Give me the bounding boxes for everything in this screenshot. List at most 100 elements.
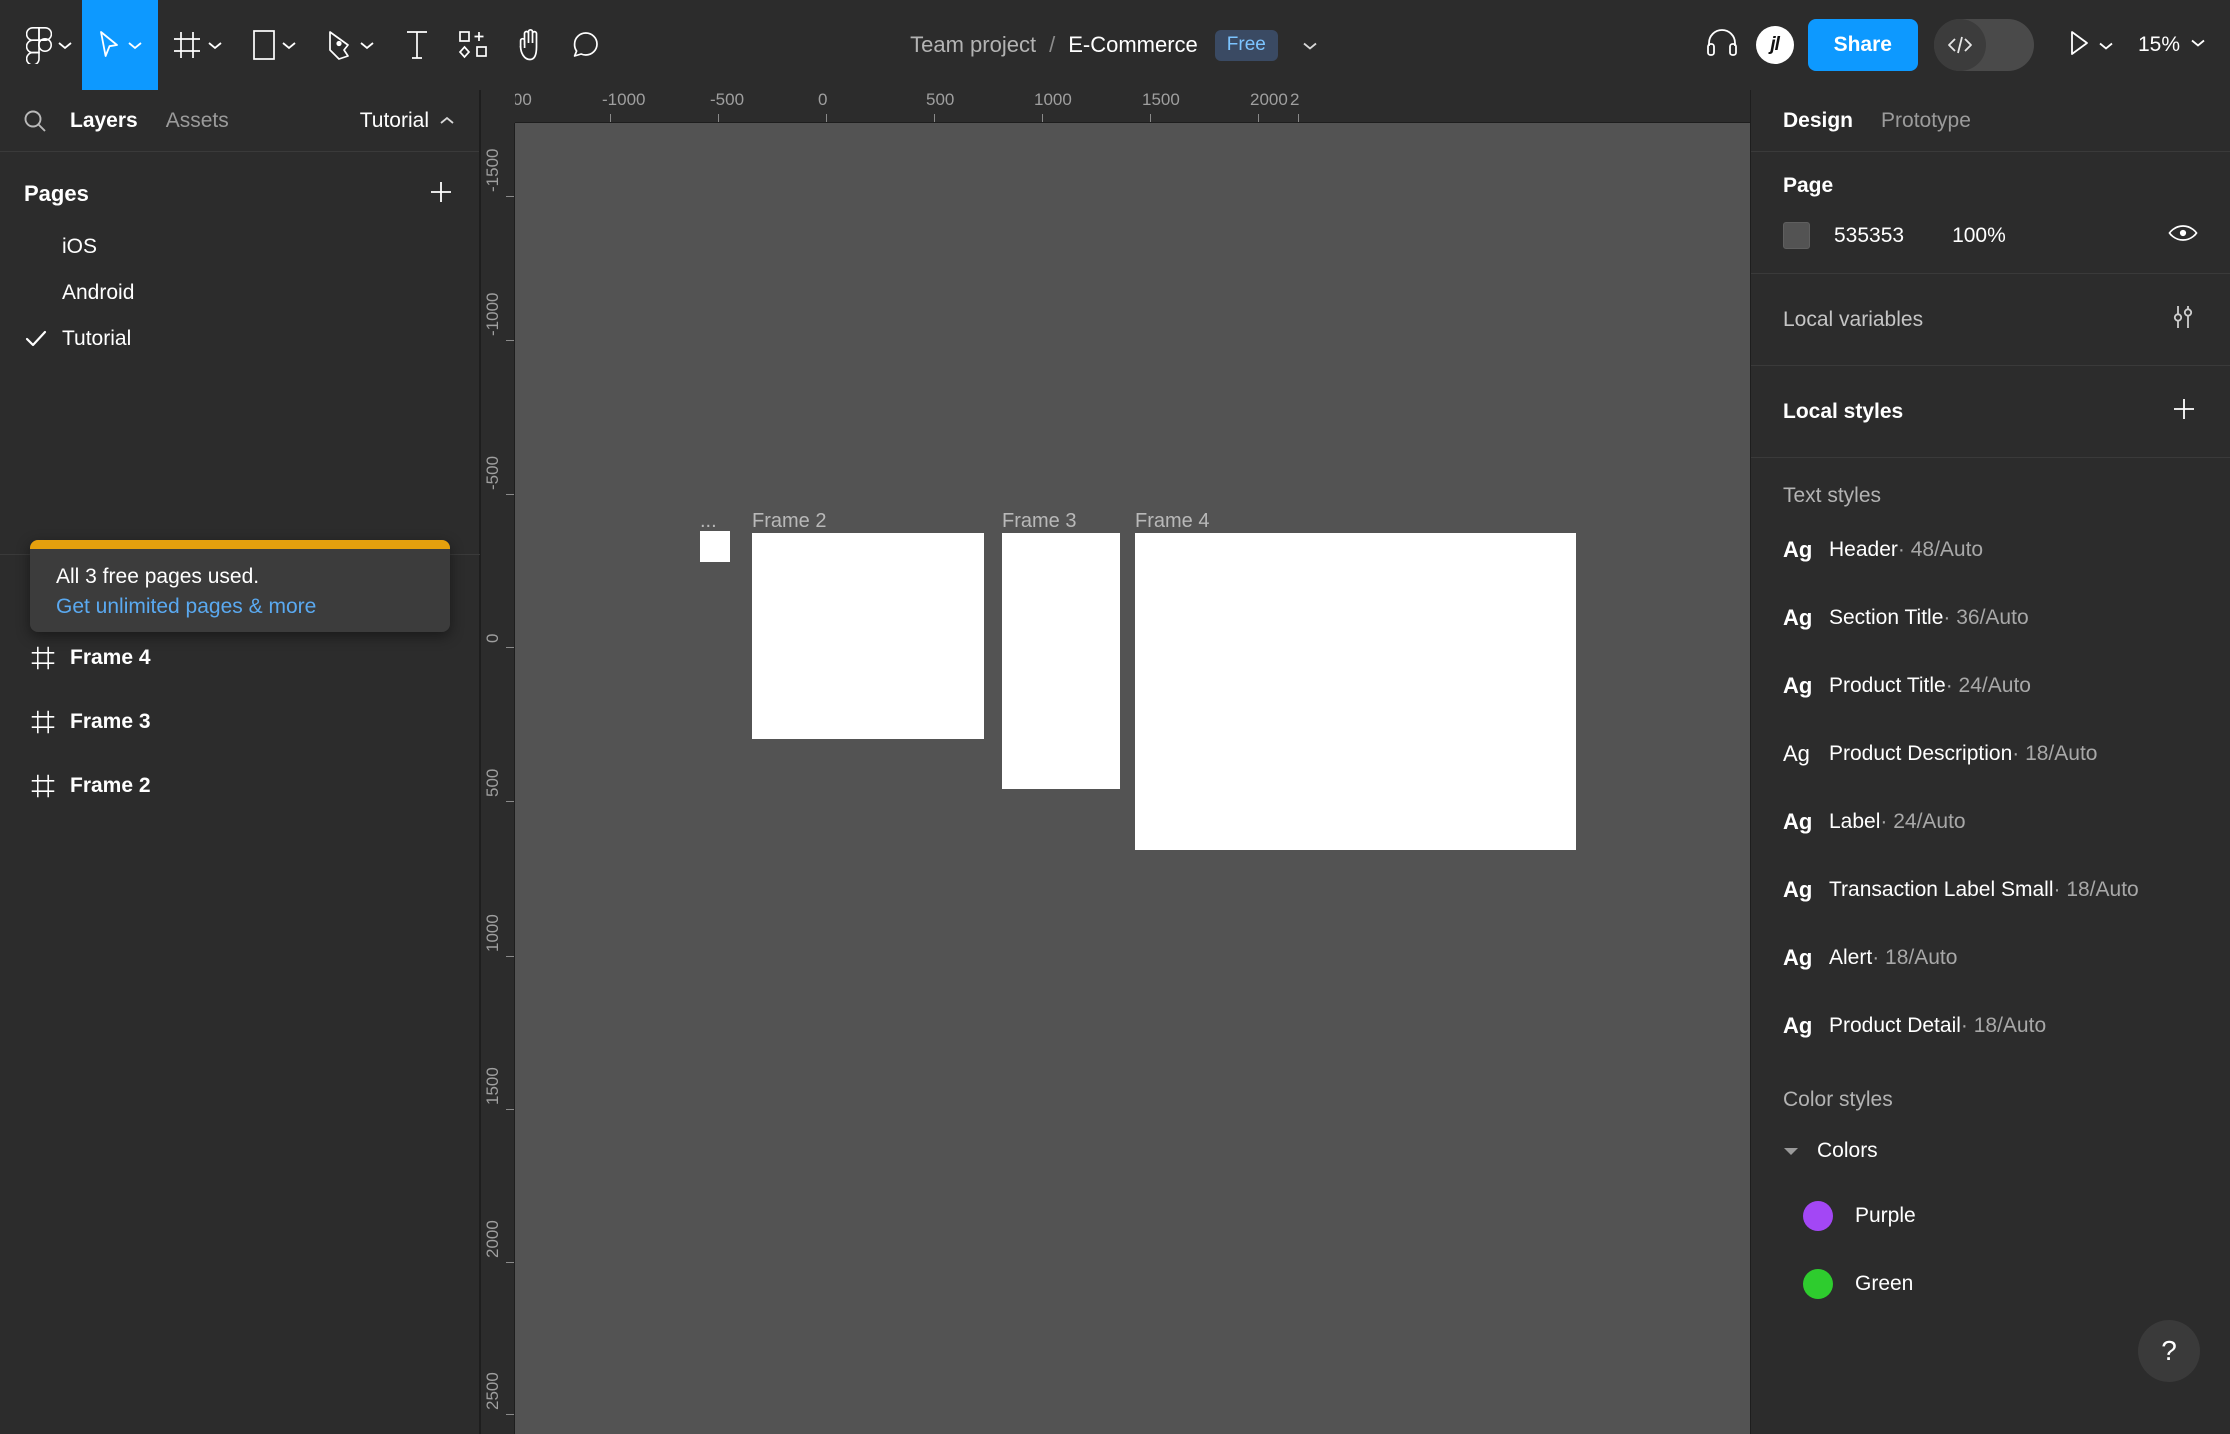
ruler-tick-label: 2 xyxy=(1290,90,1300,109)
canvas-frame[interactable] xyxy=(1135,533,1576,850)
search-icon[interactable] xyxy=(22,108,56,134)
canvas-frame[interactable] xyxy=(700,531,730,562)
chevron-down-icon[interactable] xyxy=(56,39,74,51)
upsell-message: All 3 free pages used. xyxy=(56,565,260,588)
frame-label[interactable]: Frame 4 xyxy=(1135,510,1209,533)
local-styles-row[interactable]: Local styles xyxy=(1751,366,2230,458)
color-style-name: Purple xyxy=(1855,1204,1916,1227)
text-style-preview: Ag xyxy=(1783,945,1813,970)
breadcrumb-file-name[interactable]: E-Commerce xyxy=(1068,32,1198,58)
pages-header: Pages xyxy=(0,164,479,224)
sliders-icon[interactable] xyxy=(2168,302,2198,337)
components-tool-button[interactable] xyxy=(444,0,502,90)
page-fill-swatch[interactable] xyxy=(1783,222,1810,249)
current-page-selector[interactable]: Tutorial xyxy=(360,109,457,133)
tab-layers[interactable]: Layers xyxy=(56,109,152,133)
ruler-tick-mark xyxy=(506,956,514,957)
shape-tool-button[interactable] xyxy=(238,0,312,90)
color-style-item[interactable]: Green xyxy=(1751,1250,2230,1318)
horizontal-ruler[interactable]: 1500-1000-50005001000150020002 xyxy=(481,90,1750,123)
hand-icon xyxy=(516,28,544,62)
layer-item-frame-3[interactable]: Frame 3 xyxy=(0,690,480,754)
text-style-item[interactable]: Ag Section Title · 36/Auto xyxy=(1751,584,2230,652)
text-style-item[interactable]: Ag Product Title · 24/Auto xyxy=(1751,652,2230,720)
avatar[interactable]: jl xyxy=(1755,26,1794,64)
comment-tool-button[interactable] xyxy=(558,0,614,90)
present-chevron-down-icon[interactable] xyxy=(2096,39,2116,52)
canvas[interactable]: ... Frame 2 Frame 3 Frame 4 1500 -1000 -500 0 5… xyxy=(481,90,1750,1434)
text-style-item[interactable]: Ag Transaction Label Small · 18/Auto xyxy=(1751,856,2230,924)
free-pages-upsell-banner[interactable]: All 3 free pages used. Get unlimited pag… xyxy=(30,540,450,632)
ruler-tick-label: 0 xyxy=(483,633,502,643)
text-style-item[interactable]: Ag Header · 48/Auto xyxy=(1751,516,2230,584)
chevron-down-icon[interactable] xyxy=(358,39,376,51)
audio-call-button[interactable] xyxy=(1694,0,1750,90)
ruler-tick-mark xyxy=(506,801,514,802)
local-variables-label: Local variables xyxy=(1783,307,1924,331)
ruler-tick-mark xyxy=(1042,114,1043,122)
eye-icon[interactable] xyxy=(2168,223,2198,248)
layer-item-frame-2[interactable]: Frame 2 xyxy=(0,754,480,818)
file-menu-chevron-down-icon[interactable] xyxy=(1300,39,1320,52)
local-variables-row[interactable]: Local variables xyxy=(1751,274,2230,366)
page-label: Tutorial xyxy=(62,327,132,350)
layer-item-frame-4[interactable]: Frame 4 xyxy=(0,626,480,690)
check-icon xyxy=(24,329,60,349)
tab-design[interactable]: Design xyxy=(1783,109,1853,133)
move-tool-button[interactable] xyxy=(82,0,158,90)
hand-tool-button[interactable] xyxy=(502,0,558,90)
ruler-tick-label: 500 xyxy=(926,90,955,109)
color-group-label: Colors xyxy=(1817,1139,1878,1162)
chevron-down-icon[interactable] xyxy=(280,39,298,51)
plan-badge[interactable]: Free xyxy=(1214,29,1278,61)
breadcrumb-team[interactable]: Team project xyxy=(910,32,1036,58)
page-item-tutorial[interactable]: Tutorial xyxy=(0,316,479,362)
dev-mode-toggle[interactable] xyxy=(1933,19,2034,71)
text-style-item[interactable]: Ag Alert · 18/Auto xyxy=(1751,924,2230,992)
color-swatch xyxy=(1803,1201,1833,1231)
layer-label: Frame 2 xyxy=(70,774,151,797)
zoom-chevron-down-icon[interactable] xyxy=(2188,36,2208,54)
help-button[interactable]: ? xyxy=(2138,1320,2200,1382)
left-sidebar: Layers Assets Tutorial Pages iOS Android xyxy=(0,90,480,1434)
page-item-ios[interactable]: iOS xyxy=(0,224,479,270)
page-fill-hex[interactable]: 535353 xyxy=(1834,224,1904,248)
add-style-plus-icon[interactable] xyxy=(2170,395,2198,428)
text-style-name: Section Title xyxy=(1829,606,1944,629)
text-style-meta: · 24/Auto xyxy=(1945,674,2031,697)
text-style-item[interactable]: Ag Product Detail · 18/Auto xyxy=(1751,992,2230,1060)
canvas-frame[interactable] xyxy=(1002,533,1120,789)
upsell-link[interactable]: Get unlimited pages & more xyxy=(56,595,424,619)
canvas-frame[interactable] xyxy=(752,533,984,739)
share-button[interactable]: Share xyxy=(1807,19,1918,71)
frame-label[interactable]: ... xyxy=(700,510,717,533)
caret-down-icon[interactable] xyxy=(1783,1145,1817,1157)
figma-logo-menu-button[interactable] xyxy=(0,0,82,90)
page-item-android[interactable]: Android xyxy=(0,270,479,316)
color-style-item[interactable]: Purple xyxy=(1751,1182,2230,1250)
tab-assets[interactable]: Assets xyxy=(152,109,243,133)
page-fill-opacity[interactable]: 100% xyxy=(1952,224,2006,248)
chevron-down-icon[interactable] xyxy=(206,39,224,51)
ruler-tick-mark xyxy=(610,114,611,122)
pen-tool-button[interactable] xyxy=(312,0,390,90)
text-style-meta: · 18/Auto xyxy=(2012,742,2098,765)
ruler-tick-mark xyxy=(1258,114,1259,122)
chevron-down-icon[interactable] xyxy=(126,39,144,51)
ruler-tick-mark xyxy=(718,114,719,122)
present-button[interactable] xyxy=(2052,28,2122,63)
text-style-item[interactable]: Ag Label · 24/Auto xyxy=(1751,788,2230,856)
text-style-item[interactable]: Ag Product Description · 18/Auto xyxy=(1751,720,2230,788)
frame-label[interactable]: Frame 3 xyxy=(1002,510,1076,533)
chevron-up-icon xyxy=(437,109,457,133)
color-group-colors[interactable]: Colors xyxy=(1751,1120,2230,1182)
frame-label[interactable]: Frame 2 xyxy=(752,510,826,533)
page-fill-row: 535353 100% xyxy=(1751,222,2230,249)
text-style-preview: Ag xyxy=(1783,605,1813,630)
vertical-ruler[interactable]: -1500 -1000 -500 0 500 1000 1500 2000 2500 xyxy=(481,90,515,1434)
add-page-button[interactable] xyxy=(427,178,455,211)
zoom-control[interactable]: 15% xyxy=(2138,33,2208,57)
frame-tool-button[interactable] xyxy=(158,0,238,90)
text-tool-button[interactable] xyxy=(390,0,444,90)
tab-prototype[interactable]: Prototype xyxy=(1881,109,1971,133)
